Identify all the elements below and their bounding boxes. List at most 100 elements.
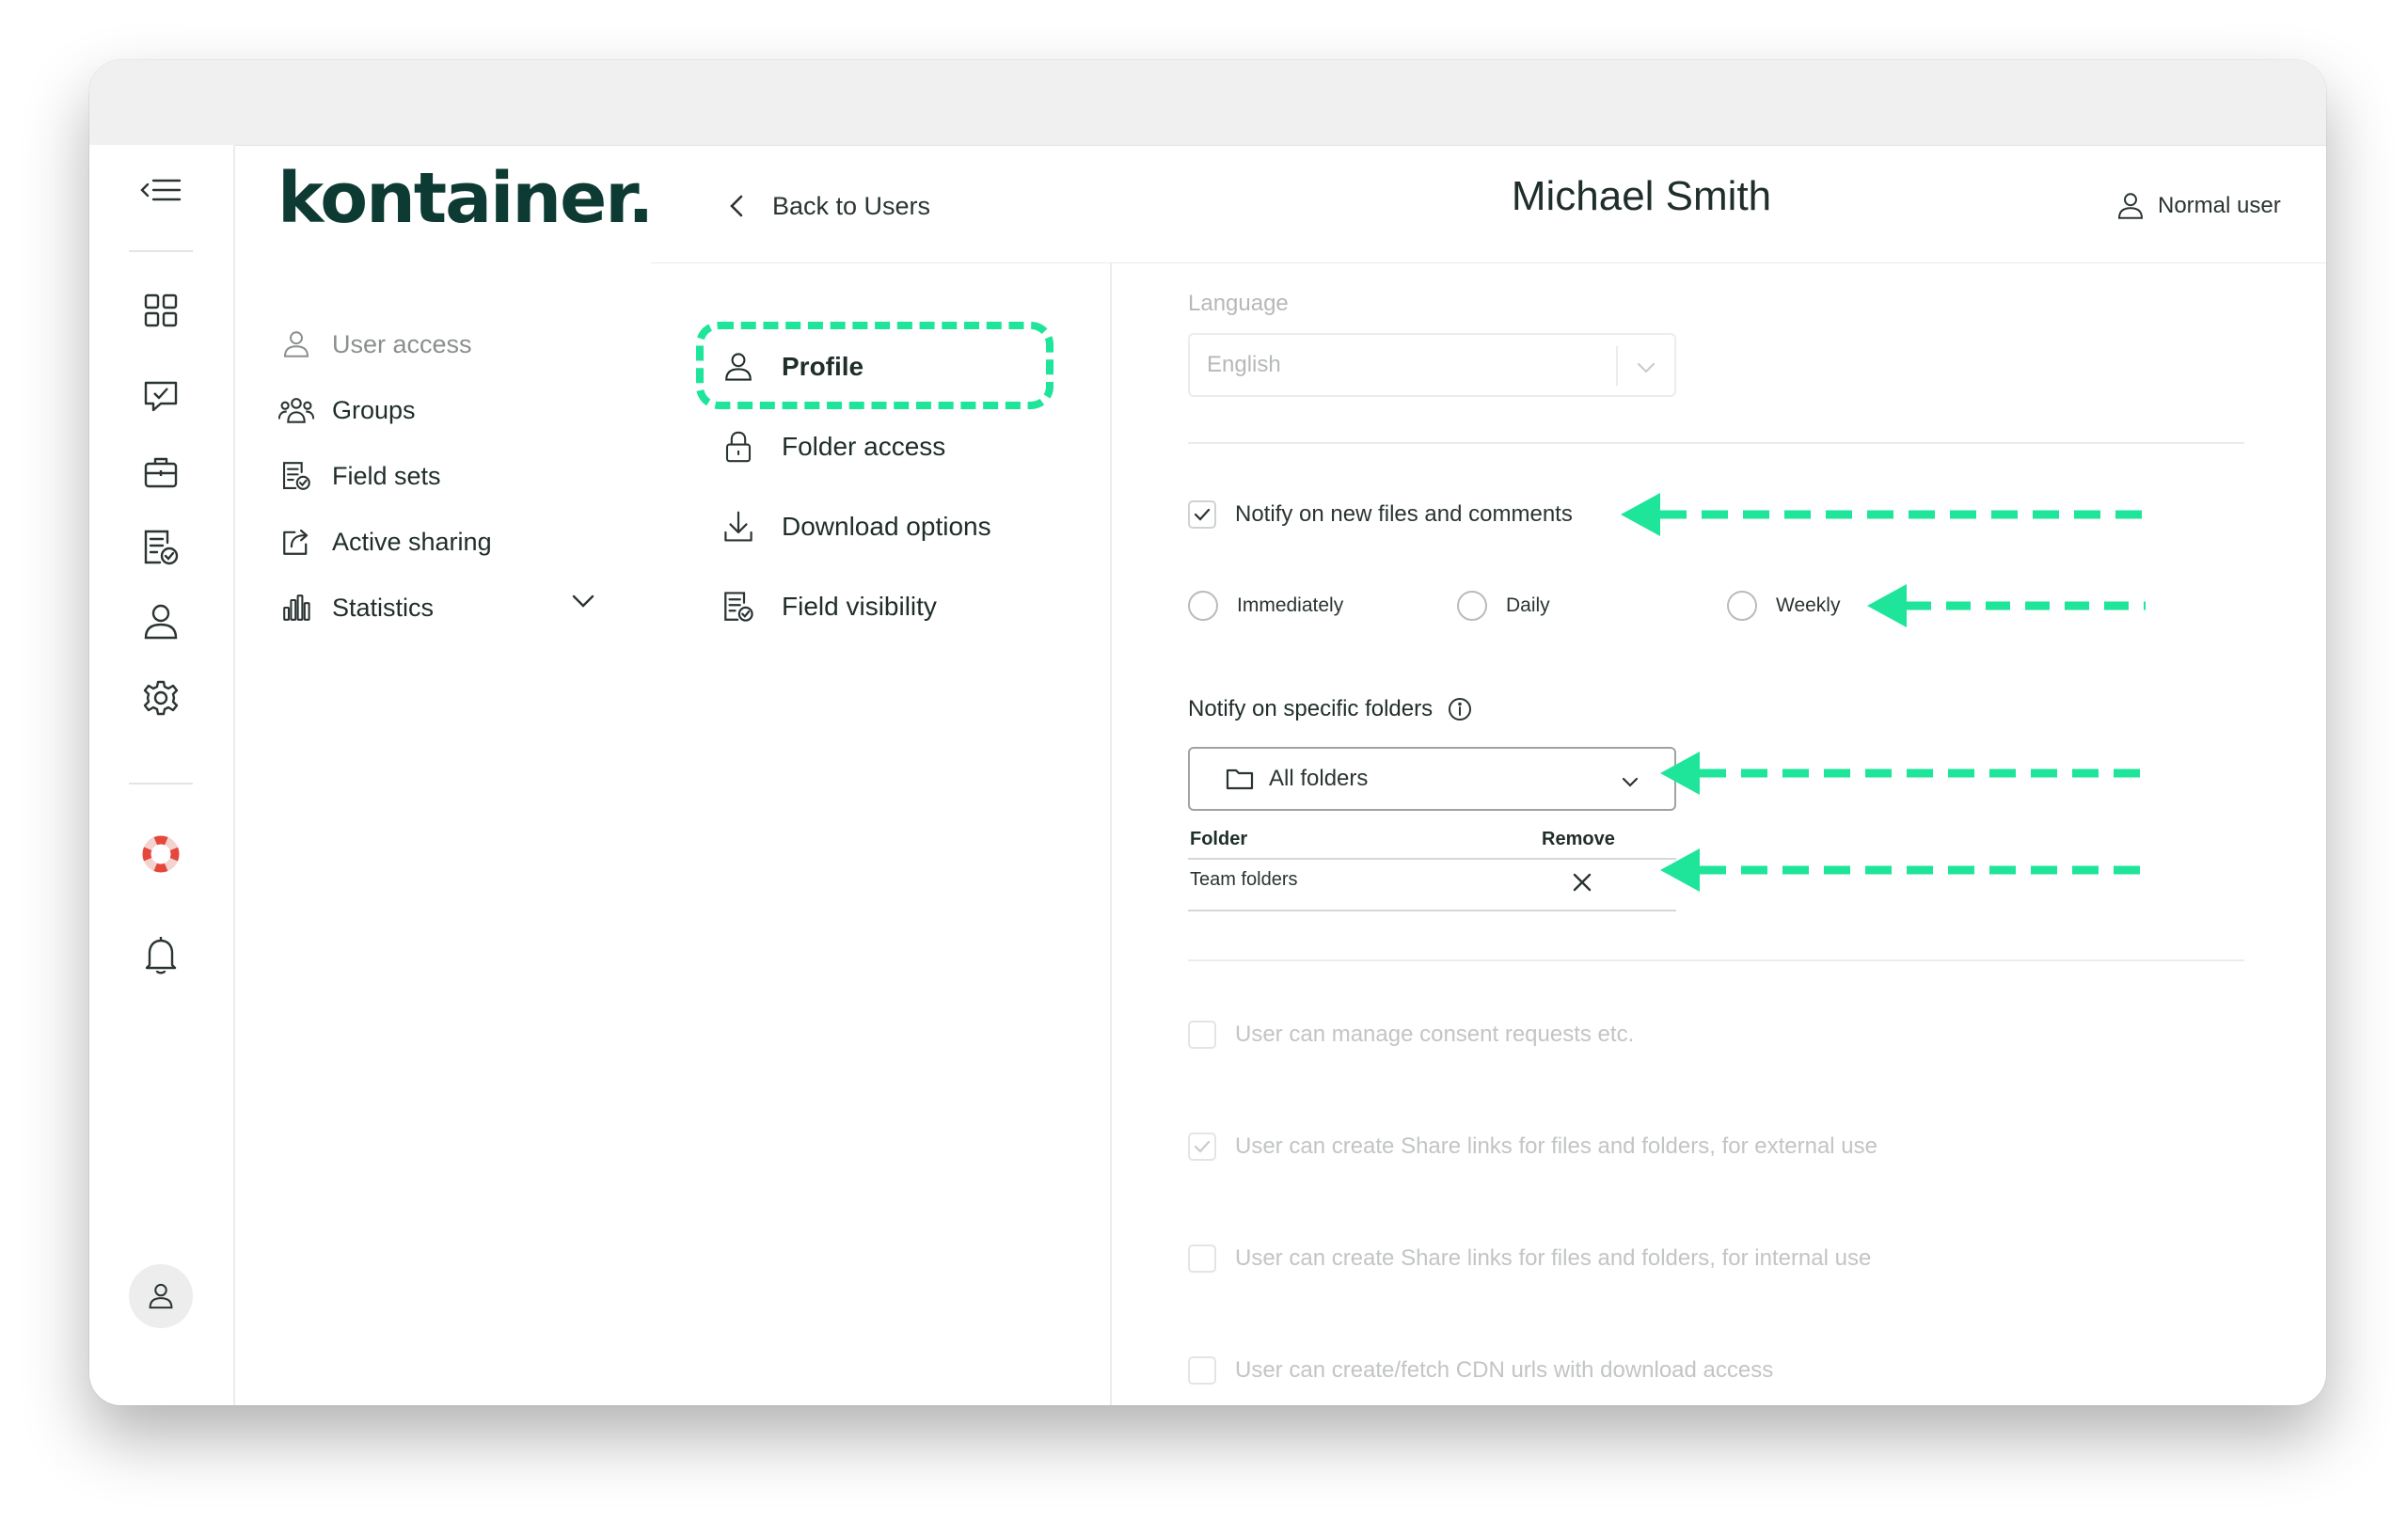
check-icon — [1194, 508, 1211, 521]
rail-divider — [129, 250, 193, 252]
radio-button[interactable] — [1188, 591, 1218, 621]
section-divider — [1188, 959, 2244, 961]
radio-button[interactable] — [1457, 591, 1487, 621]
permission-label: User can create Share links for files an… — [1235, 1133, 1877, 1159]
tab-label: Download options — [782, 512, 991, 541]
tab-download-options[interactable]: Download options — [720, 500, 991, 553]
page-title: Michael Smith — [1511, 173, 1772, 219]
window-titlebar — [89, 60, 2326, 146]
checkbox[interactable] — [1188, 1021, 1216, 1049]
language-select[interactable]: English — [1188, 333, 1676, 397]
radio-button[interactable] — [1727, 591, 1757, 621]
chevron-down-icon[interactable] — [571, 593, 595, 614]
notify-label: Notify on new files and comments — [1235, 501, 1573, 527]
annotation-arrow — [1867, 584, 2146, 627]
tab-folder-access[interactable]: Folder access — [720, 420, 945, 473]
annotation-arrow — [1660, 752, 2146, 795]
checkbox[interactable] — [1188, 1356, 1216, 1385]
user-role: Normal user — [2116, 182, 2281, 230]
user-icon[interactable] — [133, 594, 189, 650]
back-to-users-link[interactable]: Back to Users — [729, 182, 930, 230]
table-cell-folder: Team folders — [1190, 869, 1298, 890]
bell-icon[interactable] — [133, 927, 189, 984]
permission-label: User can create/fetch CDN urls with down… — [1235, 1357, 1774, 1383]
briefcase-icon[interactable] — [133, 444, 189, 500]
check-icon — [1194, 1140, 1211, 1153]
lock-icon — [720, 428, 757, 466]
tab-label: Folder access — [782, 432, 946, 461]
notify-folders-label: Notify on specific folders — [1188, 690, 1472, 728]
column-divider — [1110, 262, 1112, 1405]
nav-item-groups[interactable]: Groups — [277, 387, 416, 434]
app-window: kontainer. User access Groups Field sets — [89, 60, 2326, 1405]
folders-select-value: All folders — [1269, 766, 1369, 791]
download-icon — [720, 508, 757, 546]
folders-select[interactable]: All folders — [1188, 747, 1676, 811]
table-header-remove: Remove — [1542, 829, 1615, 849]
radio-immediately[interactable]: Immediately — [1188, 587, 1343, 625]
checkbox[interactable] — [1188, 500, 1216, 529]
user-icon — [277, 325, 315, 363]
profile-highlight-outline — [696, 322, 1054, 409]
chevron-down-icon — [1620, 769, 1640, 796]
kontainer-logo[interactable]: kontainer. — [277, 164, 654, 233]
grid-icon[interactable] — [133, 282, 189, 339]
collapse-menu-icon[interactable] — [133, 162, 189, 218]
folder-icon — [1226, 768, 1254, 790]
radio-label: Immediately — [1237, 594, 1344, 616]
checkbox[interactable] — [1188, 1244, 1216, 1273]
nav-item-label: Statistics — [332, 593, 435, 622]
permission-consent-checkbox[interactable]: User can manage consent requests etc. — [1188, 1016, 1634, 1054]
nav-item-label: Active sharing — [332, 527, 492, 556]
document-check-icon — [277, 457, 315, 495]
checkbox[interactable] — [1188, 1133, 1216, 1161]
radio-label: Daily — [1506, 594, 1550, 616]
nav-item-user-access[interactable]: User access — [277, 321, 472, 368]
permission-share-internal-checkbox[interactable]: User can create Share links for files an… — [1188, 1240, 1871, 1277]
permission-label: User can create Share links for files an… — [1235, 1245, 1872, 1271]
permission-share-external-checkbox[interactable]: User can create Share links for files an… — [1188, 1128, 1877, 1165]
gear-icon[interactable] — [133, 670, 189, 726]
language-value: English — [1207, 352, 1281, 377]
radio-label: Weekly — [1776, 594, 1841, 616]
lifebuoy-icon[interactable] — [133, 826, 189, 882]
close-icon — [1573, 873, 1592, 892]
tab-field-visibility[interactable]: Field visibility — [720, 580, 937, 633]
nav-item-statistics[interactable]: Statistics — [277, 584, 434, 631]
annotation-arrow — [1660, 848, 2146, 892]
select-divider — [1616, 346, 1618, 386]
avatar[interactable] — [129, 1264, 193, 1328]
avatar-icon — [149, 1283, 173, 1309]
notify-new-files-checkbox[interactable]: Notify on new files and comments — [1188, 496, 1573, 533]
chevron-left-icon — [729, 194, 744, 218]
document-check-icon[interactable] — [133, 519, 189, 576]
radio-weekly[interactable]: Weekly — [1727, 587, 1840, 625]
rail-divider — [129, 783, 193, 784]
document-check-icon — [720, 588, 757, 626]
remove-folder-button[interactable] — [1568, 868, 1596, 896]
back-label: Back to Users — [772, 191, 931, 220]
header-divider — [651, 262, 2326, 263]
share-icon — [277, 523, 315, 561]
radio-daily[interactable]: Daily — [1457, 587, 1550, 625]
chat-check-icon[interactable] — [133, 368, 189, 424]
info-icon[interactable] — [1448, 697, 1472, 721]
users-icon — [277, 391, 315, 429]
nav-item-label: Groups — [332, 395, 416, 424]
language-label: Language — [1188, 291, 1289, 316]
notify-folders-text: Notify on specific folders — [1188, 696, 1434, 721]
nav-item-label: User access — [332, 329, 472, 358]
tab-label: Field visibility — [782, 592, 937, 621]
user-role-label: Normal user — [2158, 193, 2281, 218]
nav-item-label: Field sets — [332, 461, 441, 490]
table-header-divider — [1188, 858, 1676, 860]
bar-chart-icon — [277, 589, 315, 626]
user-icon — [2116, 190, 2145, 222]
nav-item-active-sharing[interactable]: Active sharing — [277, 518, 492, 565]
table-header-folder: Folder — [1190, 829, 1248, 849]
section-divider — [1188, 442, 2244, 444]
table-row-divider — [1188, 910, 1676, 911]
nav-item-field-sets[interactable]: Field sets — [277, 452, 441, 499]
permission-cdn-checkbox[interactable]: User can create/fetch CDN urls with down… — [1188, 1352, 1773, 1389]
annotation-arrow — [1621, 493, 2144, 536]
